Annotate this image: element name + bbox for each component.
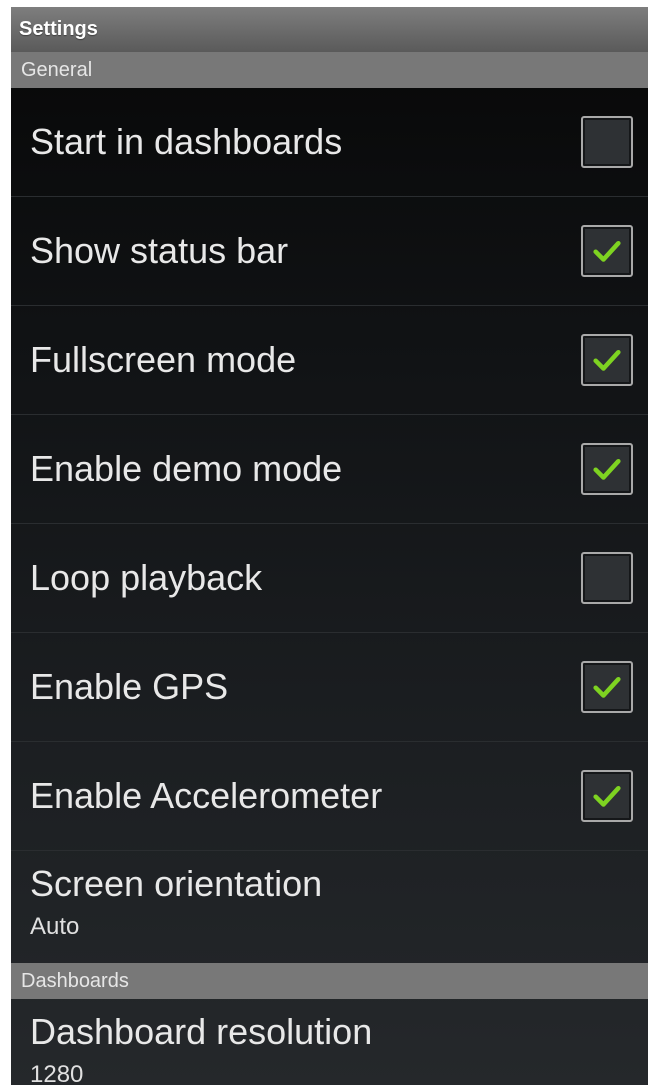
pref-dashboard-resolution[interactable]: Dashboard resolution 1280: [11, 999, 648, 1085]
section-header-general: General: [11, 52, 648, 88]
pref-label: Show status bar: [30, 230, 289, 271]
check-icon: [593, 785, 621, 807]
enable-gps-checkbox[interactable]: [581, 661, 633, 713]
show-status-bar-checkbox[interactable]: [581, 225, 633, 277]
section-header-label: General: [21, 59, 93, 81]
loop-playback-checkbox[interactable]: [581, 552, 633, 604]
enable-demo-mode-checkbox[interactable]: [581, 443, 633, 495]
pref-label: Fullscreen mode: [30, 339, 297, 380]
pref-start-in-dashboards[interactable]: Start in dashboards: [11, 88, 648, 197]
pref-summary: Auto: [30, 913, 80, 940]
enable-accelerometer-checkbox[interactable]: [581, 770, 633, 822]
pref-enable-accelerometer[interactable]: Enable Accelerometer: [11, 742, 648, 851]
pref-summary: 1280: [30, 1061, 84, 1085]
pref-loop-playback[interactable]: Loop playback: [11, 524, 648, 633]
pref-label: Enable demo mode: [30, 448, 343, 489]
check-icon: [593, 458, 621, 480]
pref-show-status-bar[interactable]: Show status bar: [11, 197, 648, 306]
title-bar: Settings: [11, 7, 648, 52]
pref-label: Start in dashboards: [30, 121, 343, 162]
pref-title: Dashboard resolution: [30, 1011, 373, 1052]
pref-enable-gps[interactable]: Enable GPS: [11, 633, 648, 742]
pref-title: Screen orientation: [30, 863, 323, 904]
check-icon: [593, 240, 621, 262]
pref-enable-demo-mode[interactable]: Enable demo mode: [11, 415, 648, 524]
section-header-label: Dashboards: [21, 970, 129, 992]
pref-screen-orientation[interactable]: Screen orientation Auto: [11, 851, 648, 963]
check-icon: [593, 676, 621, 698]
pref-label: Enable Accelerometer: [30, 775, 383, 816]
settings-screen: Settings General Start in dashboards Sho…: [11, 7, 648, 1085]
check-icon: [593, 349, 621, 371]
pref-label: Enable GPS: [30, 666, 229, 707]
page-title: Settings: [19, 18, 98, 40]
pref-fullscreen-mode[interactable]: Fullscreen mode: [11, 306, 648, 415]
pref-label: Loop playback: [30, 557, 263, 598]
start-in-dashboards-checkbox[interactable]: [581, 116, 633, 168]
fullscreen-mode-checkbox[interactable]: [581, 334, 633, 386]
section-header-dashboards: Dashboards: [11, 963, 648, 999]
